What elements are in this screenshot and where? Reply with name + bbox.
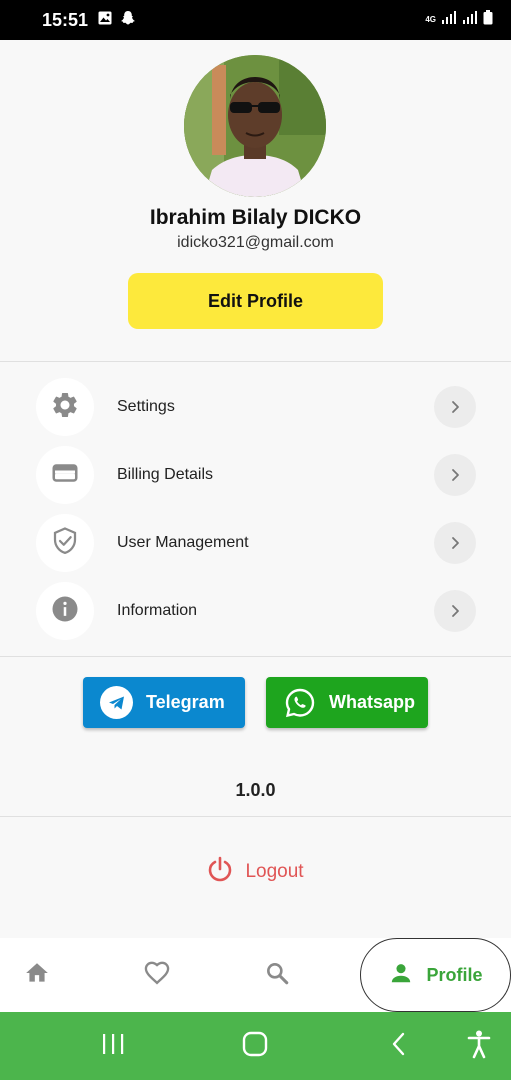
status-bar: 15:51 4G: [0, 0, 511, 40]
profile-name: Ibrahim Bilaly DICKO: [149, 206, 362, 229]
telegram-label: Telegram: [146, 692, 225, 712]
home-circle-icon: [242, 1031, 268, 1062]
divider: [0, 361, 511, 362]
gallery-icon: [98, 11, 112, 30]
accessibility-button[interactable]: [456, 1012, 502, 1080]
back-icon: [389, 1031, 409, 1062]
signal-icon: [441, 11, 457, 29]
bottom-nav: Profile: [0, 938, 511, 1012]
divider: [0, 816, 511, 817]
nav-favorites[interactable]: [120, 938, 194, 1012]
telegram-button[interactable]: Telegram: [83, 677, 245, 728]
recent-apps-icon: [100, 1032, 126, 1061]
heart-icon: [143, 959, 171, 992]
chevron-right-icon[interactable]: [434, 386, 476, 428]
divider: [0, 656, 511, 657]
gear-icon: [50, 390, 80, 425]
edit-profile-button[interactable]: Edit Profile: [128, 273, 383, 329]
chevron-right-icon[interactable]: [434, 522, 476, 564]
menu-item-label: Settings: [117, 398, 175, 415]
nav-profile-label: Profile: [426, 964, 483, 985]
nav-home[interactable]: [0, 938, 74, 1012]
chevron-right-icon[interactable]: [434, 590, 476, 632]
battery-icon: [483, 10, 493, 30]
whatsapp-icon: [283, 686, 316, 719]
wallet-icon: [50, 458, 80, 493]
menu-item-settings[interactable]: Settings: [36, 378, 476, 436]
system-nav-bar: [0, 1012, 511, 1080]
snapchat-icon: [120, 10, 136, 31]
menu-item-label: Information: [117, 602, 198, 619]
recent-apps-button[interactable]: [90, 1012, 136, 1080]
logout-label: Logout: [245, 861, 304, 882]
info-icon: [50, 594, 80, 629]
signal-icon: [462, 11, 478, 29]
nav-search[interactable]: [240, 938, 314, 1012]
back-button[interactable]: [376, 1012, 422, 1080]
menu-item-information[interactable]: Information: [36, 582, 476, 640]
menu-item-billing-details[interactable]: Billing Details: [36, 446, 476, 504]
avatar[interactable]: [184, 55, 326, 197]
whatsapp-label: Whatsapp: [329, 692, 416, 712]
menu-item-label: Billing Details: [117, 466, 214, 483]
status-time: 15:51: [42, 9, 89, 30]
profile-email: idicko321@gmail.com: [177, 234, 334, 251]
menu-item-user-management[interactable]: User Management: [36, 514, 476, 572]
chevron-right-icon[interactable]: [434, 454, 476, 496]
nav-profile[interactable]: Profile: [360, 938, 511, 1012]
logout-button[interactable]: Logout: [0, 856, 511, 888]
profile-header: Ibrahim Bilaly DICKO idicko321@gmail.com…: [0, 40, 511, 362]
whatsapp-button[interactable]: Whatsapp: [266, 677, 428, 728]
app-version: 1.0.0: [235, 780, 276, 800]
network-type: 4G: [425, 15, 436, 24]
accessibility-icon: [466, 1029, 492, 1064]
telegram-icon: [100, 686, 133, 719]
shield-check-icon: [50, 526, 80, 561]
search-icon: [264, 960, 290, 991]
power-icon: [207, 856, 233, 888]
home-button[interactable]: [232, 1012, 278, 1080]
person-icon: [388, 960, 414, 991]
home-icon: [24, 960, 50, 991]
menu-item-label: User Management: [117, 534, 249, 551]
